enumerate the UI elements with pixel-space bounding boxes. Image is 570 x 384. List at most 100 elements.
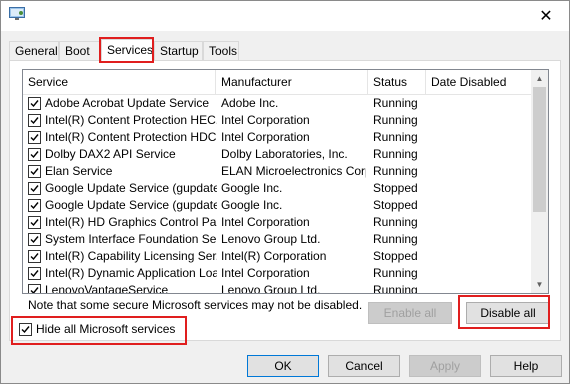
scroll-down-button[interactable]: ▼	[531, 276, 548, 293]
service-status: Running	[373, 266, 418, 280]
service-status: Running	[373, 147, 418, 161]
service-status: Stopped	[373, 198, 418, 212]
service-row[interactable]: Intel(R) Content Protection HDC... Intel…	[23, 129, 533, 146]
service-status: Stopped	[373, 249, 418, 263]
hide-ms-label: Hide all Microsoft services	[36, 322, 176, 336]
service-checkbox[interactable]	[28, 199, 41, 212]
enable-all-button[interactable]: Enable all	[368, 302, 452, 324]
service-manufacturer: Intel Corporation	[221, 130, 310, 144]
ok-button[interactable]: OK	[247, 355, 319, 377]
service-checkbox[interactable]	[28, 165, 41, 178]
tab-services[interactable]: Services	[101, 39, 154, 61]
checkmark-icon	[30, 100, 39, 108]
service-manufacturer: Intel Corporation	[221, 113, 310, 127]
secure-services-note: Note that some secure Microsoft services…	[28, 298, 363, 312]
checkmark-icon	[21, 326, 30, 334]
service-status: Running	[373, 113, 418, 127]
checkmark-icon	[30, 168, 39, 176]
services-panel: Service Manufacturer Status Date Disable…	[9, 60, 561, 341]
hide-ms-checkbox-box[interactable]	[19, 323, 32, 336]
service-checkbox[interactable]	[28, 233, 41, 246]
service-row[interactable]: Google Update Service (gupdate) Google I…	[23, 180, 533, 197]
service-name: Intel(R) HD Graphics Control Pa...	[45, 215, 217, 229]
service-status: Running	[373, 130, 418, 144]
checkmark-icon	[30, 202, 39, 210]
service-checkbox[interactable]	[28, 284, 41, 293]
help-button[interactable]: Help	[490, 355, 562, 377]
chevron-down-icon: ▼	[535, 280, 544, 289]
service-checkbox[interactable]	[28, 114, 41, 127]
scroll-up-button[interactable]: ▲	[531, 70, 548, 87]
checkmark-icon	[30, 185, 39, 193]
tab-tools[interactable]: Tools	[203, 41, 239, 60]
tab-boot[interactable]: Boot	[59, 41, 100, 60]
service-name: Google Update Service (gupdatem)	[45, 198, 217, 212]
checkmark-icon	[30, 151, 39, 159]
disable-all-button[interactable]: Disable all	[466, 302, 550, 324]
service-manufacturer: Intel Corporation	[221, 215, 310, 229]
close-icon: ✕	[539, 8, 553, 25]
column-header-date-disabled[interactable]: Date Disabled	[426, 70, 533, 94]
service-checkbox[interactable]	[28, 97, 41, 110]
service-row[interactable]: Intel(R) Capability Licensing Ser... Int…	[23, 248, 533, 265]
service-checkbox[interactable]	[28, 131, 41, 144]
service-name: Elan Service	[45, 164, 113, 178]
cancel-button[interactable]: Cancel	[328, 355, 400, 377]
service-checkbox[interactable]	[28, 267, 41, 280]
service-row[interactable]: Intel(R) Content Protection HEC... Intel…	[23, 112, 533, 129]
tab-general[interactable]: General	[9, 41, 59, 60]
services-list[interactable]: Service Manufacturer Status Date Disable…	[22, 69, 549, 294]
msconfig-icon	[9, 7, 25, 20]
service-row[interactable]: LenovoVantageService Lenovo Group Ltd. R…	[23, 282, 533, 294]
service-name: Google Update Service (gupdate)	[45, 181, 217, 195]
checkmark-icon	[30, 134, 39, 142]
checkmark-icon	[30, 117, 39, 125]
service-checkbox[interactable]	[28, 250, 41, 263]
service-name: Adobe Acrobat Update Service	[45, 96, 210, 110]
service-manufacturer: Intel(R) Corporation	[221, 249, 327, 263]
service-name: Intel(R) Dynamic Application Loa...	[45, 266, 217, 280]
service-status: Running	[373, 164, 418, 178]
service-manufacturer: Dolby Laboratories, Inc.	[221, 147, 348, 161]
checkmark-icon	[30, 270, 39, 278]
checkmark-icon	[30, 219, 39, 227]
tab-startup[interactable]: Startup	[154, 41, 203, 60]
service-status: Running	[373, 215, 418, 229]
service-row[interactable]: Intel(R) Dynamic Application Loa... Inte…	[23, 265, 533, 282]
column-header-status[interactable]: Status	[368, 70, 426, 94]
service-manufacturer: Intel Corporation	[221, 266, 310, 280]
apply-button[interactable]: Apply	[409, 355, 481, 377]
title-bar: ✕	[1, 1, 569, 31]
service-status: Running	[373, 283, 418, 294]
column-header-service[interactable]: Service	[23, 70, 216, 94]
service-checkbox[interactable]	[28, 182, 41, 195]
service-manufacturer: Google Inc.	[221, 181, 283, 195]
service-checkbox[interactable]	[28, 216, 41, 229]
list-header: Service Manufacturer Status Date Disable…	[23, 70, 533, 95]
service-row[interactable]: Dolby DAX2 API Service Dolby Laboratorie…	[23, 146, 533, 163]
service-manufacturer: Lenovo Group Ltd.	[221, 232, 321, 246]
service-manufacturer: Google Inc.	[221, 198, 283, 212]
service-row[interactable]: Elan Service ELAN Microelectronics Corp.…	[23, 163, 533, 180]
column-header-manufacturer[interactable]: Manufacturer	[216, 70, 368, 94]
service-row[interactable]: Adobe Acrobat Update Service Adobe Inc. …	[23, 95, 533, 112]
service-checkbox[interactable]	[28, 148, 41, 161]
service-status: Running	[373, 96, 418, 110]
close-button[interactable]: ✕	[523, 1, 569, 31]
checkmark-icon	[30, 236, 39, 244]
service-status: Stopped	[373, 181, 418, 195]
service-name: Intel(R) Content Protection HDC...	[45, 130, 217, 144]
service-status: Running	[373, 232, 418, 246]
scrollbar-thumb[interactable]	[533, 87, 546, 212]
checkmark-icon	[30, 253, 39, 261]
service-row[interactable]: Google Update Service (gupdatem) Google …	[23, 197, 533, 214]
vertical-scrollbar[interactable]: ▲ ▼	[531, 70, 548, 293]
service-manufacturer: Lenovo Group Ltd.	[221, 283, 321, 294]
service-rows: Adobe Acrobat Update Service Adobe Inc. …	[23, 95, 533, 294]
service-row[interactable]: System Interface Foundation Se... Lenovo…	[23, 231, 533, 248]
service-name: Dolby DAX2 API Service	[45, 147, 176, 161]
service-row[interactable]: Intel(R) HD Graphics Control Pa... Intel…	[23, 214, 533, 231]
checkmark-icon	[30, 287, 39, 293]
service-name: Intel(R) Content Protection HEC...	[45, 113, 217, 127]
service-name: Intel(R) Capability Licensing Ser...	[45, 249, 217, 263]
